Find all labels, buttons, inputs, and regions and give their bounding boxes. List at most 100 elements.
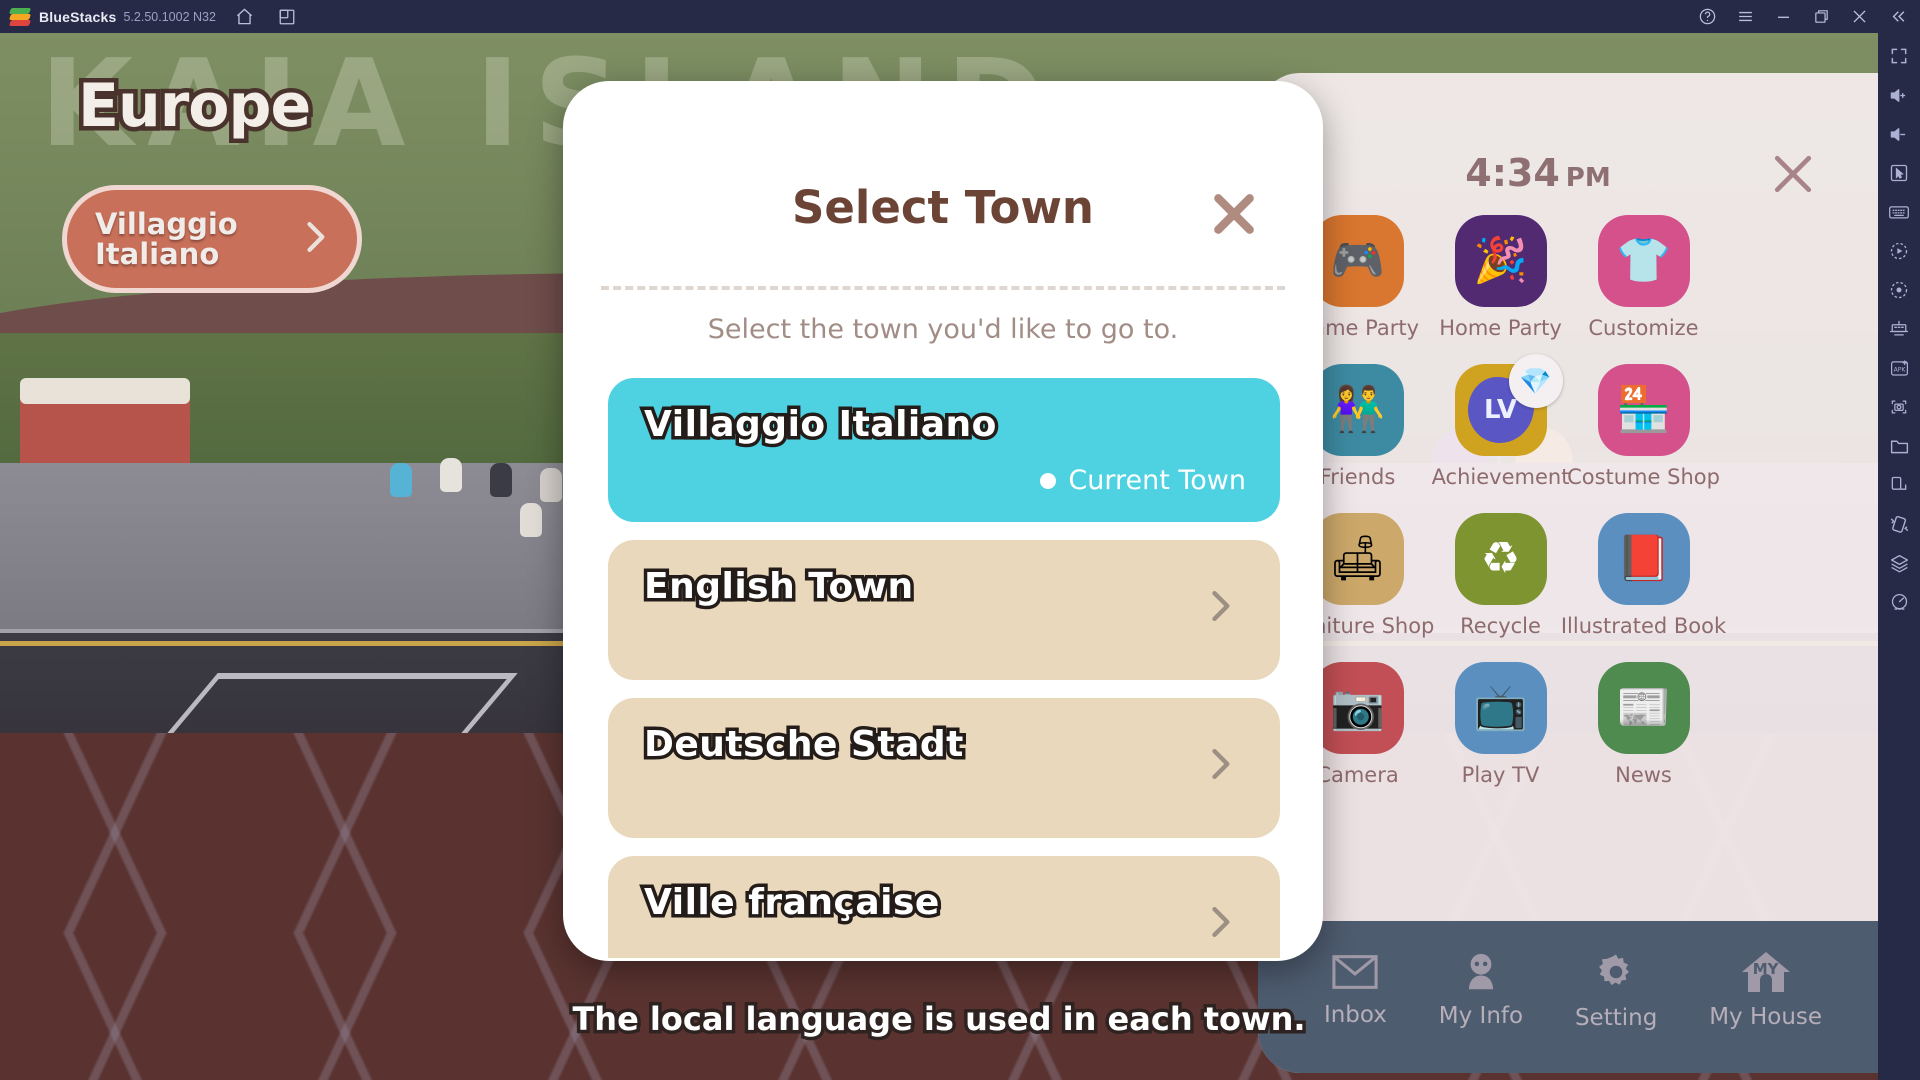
page-title: Europe	[73, 67, 315, 146]
current-town-button[interactable]: Villaggio Italiano	[62, 185, 362, 293]
scene-character	[440, 458, 462, 492]
clock: 4:34 PM	[1258, 151, 1818, 195]
app-tile-spacer	[1715, 364, 1858, 489]
app-label: Achievement	[1431, 465, 1570, 489]
collapse-sidebar-icon[interactable]	[1880, 0, 1914, 33]
multi-instance-icon[interactable]	[274, 4, 300, 30]
app-version: 5.2.50.1002 N32	[123, 9, 216, 24]
gear-icon	[1595, 951, 1637, 998]
app-name: BlueStacks	[39, 8, 117, 25]
bluestacks-window: BlueStacks 5.2.50.1002 N32 KAIA ISLAND E…	[0, 0, 1920, 1080]
bluestacks-toolbar: APK	[1878, 33, 1920, 1080]
app-tile-spacer	[1715, 662, 1858, 787]
person-icon	[1460, 953, 1502, 996]
scene-character	[390, 463, 412, 497]
game-scene: KAIA ISLAND Europe Villaggio Italiano 4:…	[0, 33, 1878, 1080]
menu-bottom-nav: Inbox My Info Setting MY My House	[1258, 921, 1878, 1073]
chevron-right-icon	[1198, 584, 1242, 633]
status-badge: Current Town	[1040, 465, 1246, 496]
layers-icon[interactable]	[1885, 550, 1913, 576]
screenshot-icon[interactable]	[1885, 394, 1913, 420]
clock-meridiem: PM	[1565, 163, 1611, 193]
my-house-text: MY	[1752, 960, 1779, 978]
modal-body: Select Town Select the town you'd like t…	[563, 81, 1323, 961]
chevron-right-icon	[1198, 742, 1242, 791]
app-label: Costume Shop	[1567, 465, 1720, 489]
app-label: Play TV	[1461, 763, 1540, 787]
current-dot-icon	[1040, 472, 1057, 489]
app-label: Friends	[1319, 465, 1396, 489]
bluestacks-logo-icon	[8, 7, 32, 27]
app-tile[interactable]: 🏪 Costume Shop	[1567, 364, 1720, 489]
sofa-icon: 🛋	[1311, 513, 1404, 605]
maximize-icon[interactable]	[1804, 0, 1838, 33]
app-label: Home Party	[1439, 316, 1562, 340]
divider	[601, 286, 1285, 290]
volume-down-icon[interactable]	[1885, 121, 1913, 147]
close-icon[interactable]	[1842, 0, 1876, 33]
town-list-item[interactable]: Ville française	[608, 856, 1280, 958]
app-tile-spacer	[1715, 215, 1858, 340]
app-tile[interactable]: 📕 Illustrated Book	[1561, 513, 1726, 638]
home-icon[interactable]	[232, 4, 258, 30]
chevron-right-icon	[293, 215, 337, 264]
friends-icon: 👫	[1311, 364, 1404, 456]
gamepad-icon: 🎮	[1311, 215, 1404, 307]
scene-character	[490, 463, 512, 497]
clock-time: 4:34	[1465, 151, 1560, 195]
select-town-modal: Select Town Select the town you'd like t…	[563, 81, 1323, 961]
current-town-text: Current Town	[1068, 465, 1246, 496]
pointer-icon[interactable]	[1885, 160, 1913, 186]
record-icon[interactable]	[1885, 277, 1913, 303]
hamburger-menu-icon[interactable]	[1728, 0, 1762, 33]
app-label: News	[1615, 763, 1672, 787]
camera-icon: 📷	[1311, 662, 1404, 754]
app-label: Recycle	[1460, 614, 1541, 638]
app-label: Customize	[1588, 316, 1699, 340]
titlebar: BlueStacks 5.2.50.1002 N32	[0, 0, 1920, 33]
app-label: Illustrated Book	[1560, 614, 1727, 638]
hint-text: The local language is used in each town.	[569, 997, 1309, 1042]
menu-close-icon[interactable]	[1766, 147, 1820, 201]
app-tile[interactable]: LV 💎 Achievement	[1429, 354, 1572, 489]
fullscreen-icon[interactable]	[1885, 43, 1913, 69]
clothes-shop-icon: 🏪	[1597, 364, 1690, 456]
clothes-icon: 👕	[1597, 215, 1690, 307]
scene-stall	[20, 378, 190, 404]
shake-icon[interactable]	[1885, 511, 1913, 537]
party-hat-icon: 🎉	[1454, 215, 1547, 307]
chevron-right-icon	[1198, 900, 1242, 949]
town-list-item[interactable]: English Town	[608, 540, 1280, 680]
modal-subtitle: Select the town you'd like to go to.	[707, 314, 1179, 345]
performance-icon[interactable]	[1885, 589, 1913, 615]
game-menu-panel: 4:34 PM 🎮 Game Party 🎉 Home Party 👕 Cust…	[1258, 73, 1878, 1073]
minimize-icon[interactable]	[1766, 0, 1800, 33]
level-badge-icon: LV 💎	[1454, 354, 1563, 456]
newspaper-icon: 📰	[1597, 662, 1690, 754]
envelope-icon	[1332, 954, 1379, 995]
volume-up-icon[interactable]	[1885, 82, 1913, 108]
book-icon: 📕	[1597, 513, 1690, 605]
help-icon[interactable]	[1690, 0, 1724, 33]
app-tile[interactable]: 👕 Customize	[1572, 215, 1715, 340]
scene-character	[520, 503, 542, 537]
rotate-icon[interactable]	[1885, 472, 1913, 498]
recycle-bin-icon: ♻	[1454, 513, 1547, 605]
app-label: Camera	[1316, 763, 1399, 787]
town-list[interactable]: Villaggio Italiano Current Town English …	[608, 378, 1280, 958]
town-list-item[interactable]: Deutsche Stadt	[608, 698, 1280, 838]
town-name: English Town	[641, 563, 917, 611]
app-tile[interactable]: 🎉 Home Party	[1429, 215, 1572, 340]
keyboard-controls-icon[interactable]	[1885, 199, 1913, 225]
app-tile[interactable]: ♻ Recycle	[1429, 513, 1572, 638]
install-apk-icon[interactable]: APK	[1885, 355, 1913, 381]
media-folder-icon[interactable]	[1885, 433, 1913, 459]
multi-instance-sync-icon[interactable]	[1885, 316, 1913, 342]
app-tile[interactable]: 📺 Play TV	[1429, 662, 1572, 787]
close-icon[interactable]	[1203, 183, 1265, 245]
gem-icon: 💎	[1508, 354, 1563, 408]
town-list-item[interactable]: Villaggio Italiano Current Town	[608, 378, 1280, 522]
app-tile[interactable]: 📰 News	[1572, 662, 1715, 787]
town-name: Deutsche Stadt	[641, 721, 967, 769]
macro-play-icon[interactable]	[1885, 238, 1913, 264]
